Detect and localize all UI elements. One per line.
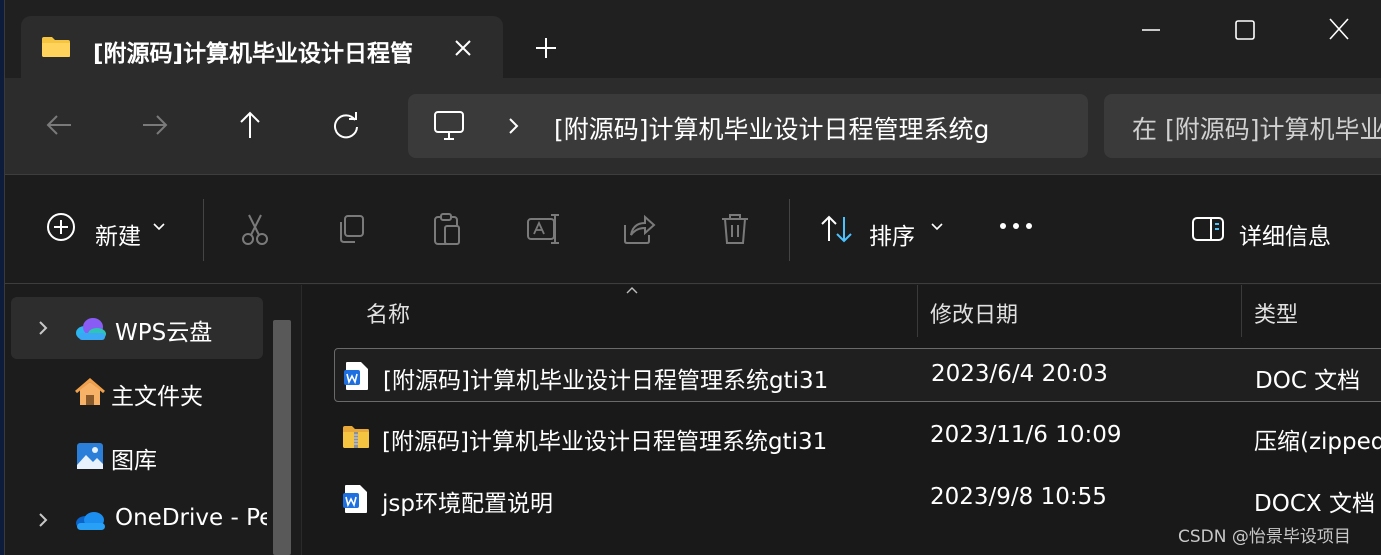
address-bar[interactable]: [附源码]计算机毕业设计日程管理系统g (408, 94, 1088, 158)
sort-icon[interactable] (819, 213, 855, 245)
paste-icon[interactable] (429, 211, 465, 247)
file-list: 名称 修改日期 类型 [附源码]计算机毕业设计日程管理系统gti31 2023/… (302, 285, 1381, 555)
tab-title: [附源码]计算机毕业设计日程管 (93, 41, 414, 67)
plus-icon[interactable] (532, 34, 560, 62)
file-date: 2023/9/8 10:55 (930, 484, 1107, 510)
file-name: [附源码]计算机毕业设计日程管理系统gti31 (382, 429, 828, 455)
folder-icon (42, 37, 70, 57)
sort-button-label[interactable]: 排序 (869, 217, 915, 251)
column-header-name[interactable]: 名称 (366, 297, 410, 329)
plus-circle-icon[interactable] (45, 211, 77, 243)
cut-icon[interactable] (237, 211, 273, 247)
title-bar: [附源码]计算机毕业设计日程管 (5, 0, 1381, 78)
onedrive-icon (76, 512, 105, 530)
file-type: 压缩(zipped) (1254, 429, 1381, 455)
sidebar-item-home[interactable]: 主文件夹 (11, 361, 263, 423)
delete-icon[interactable] (717, 211, 753, 247)
table-row[interactable]: [附源码]计算机毕业设计日程管理系统gti31 2023/11/6 10:09 … (334, 410, 1381, 464)
close-icon[interactable] (449, 34, 477, 62)
file-name: jsp环境配置说明 (382, 491, 553, 517)
file-type: DOC 文档 (1255, 368, 1361, 394)
search-placeholder[interactable]: 在 [附源码]计算机毕业 (1132, 110, 1381, 146)
chevron-down-icon[interactable] (929, 221, 945, 233)
navigation-bar: [附源码]计算机毕业设计日程管理系统g 在 [附源码]计算机毕业 (5, 78, 1381, 174)
rename-icon[interactable] (525, 211, 561, 247)
chevron-right-icon[interactable] (35, 319, 51, 337)
more-options-icon[interactable] (997, 219, 1035, 233)
word-doc-icon (344, 362, 368, 390)
close-icon[interactable] (1319, 12, 1359, 48)
copy-icon[interactable] (333, 211, 369, 247)
sidebar-item-wps-cloud[interactable]: WPS云盘 (11, 297, 263, 359)
new-button-label[interactable]: 新建 (95, 217, 141, 251)
back-arrow-icon[interactable] (43, 108, 77, 142)
chevron-down-icon[interactable] (151, 221, 167, 233)
table-row[interactable]: jsp环境配置说明 2023/9/8 10:55 DOCX 文档 (334, 472, 1381, 526)
file-name: [附源码]计算机毕业设计日程管理系统gti31 (383, 368, 829, 394)
word-doc-icon (343, 485, 367, 513)
cloud-icon (76, 318, 106, 340)
address-path[interactable]: [附源码]计算机毕业设计日程管理系统g (554, 110, 1034, 146)
chevron-right-icon[interactable] (504, 114, 524, 138)
up-arrow-icon[interactable] (233, 108, 267, 142)
sidebar-scrollbar[interactable] (273, 320, 291, 555)
zip-folder-icon (343, 426, 369, 448)
column-divider[interactable] (917, 285, 918, 337)
search-box[interactable]: 在 [附源码]计算机毕业 (1104, 94, 1381, 158)
minimize-icon[interactable] (1131, 12, 1171, 48)
refresh-icon[interactable] (329, 108, 363, 142)
toolbar-divider (789, 199, 790, 261)
forward-arrow-icon[interactable] (137, 108, 171, 142)
details-pane-icon[interactable] (1191, 215, 1225, 243)
file-explorer-window: [附源码]计算机毕业设计日程管 [附源码]计算机毕业设计日程管理系统g 在 [附… (4, 0, 1381, 555)
sidebar-item-onedrive[interactable]: OneDrive - Pe (11, 489, 267, 551)
sidebar-item-label: WPS云盘 (115, 320, 213, 346)
column-header-date[interactable]: 修改日期 (930, 297, 1018, 329)
column-divider[interactable] (1241, 285, 1242, 337)
table-row[interactable]: [附源码]计算机毕业设计日程管理系统gti31 2023/6/4 20:03 D… (334, 348, 1381, 402)
details-button-label[interactable]: 详细信息 (1239, 217, 1331, 251)
watermark: CSDN @怡景毕设项目 (1178, 527, 1351, 547)
chevron-up-icon (626, 287, 638, 294)
file-type: DOCX 文档 (1254, 491, 1375, 517)
share-icon[interactable] (621, 211, 657, 247)
tab-active[interactable]: [附源码]计算机毕业设计日程管 (21, 16, 503, 78)
column-header-type[interactable]: 类型 (1254, 297, 1298, 329)
sidebar-item-gallery[interactable]: 图库 (11, 425, 263, 487)
computer-icon (434, 111, 464, 140)
maximize-icon[interactable] (1225, 12, 1265, 48)
file-date: 2023/6/4 20:03 (931, 361, 1108, 387)
sidebar-item-label: 主文件夹 (111, 384, 203, 410)
toolbar-divider (203, 199, 204, 261)
gallery-icon (77, 443, 103, 469)
navigation-pane: WPS云盘 主文件夹 图库 OneDrive - Pe (5, 285, 301, 555)
home-icon (75, 378, 105, 405)
sidebar-item-label: OneDrive - Pe (115, 505, 267, 531)
sidebar-item-label: 图库 (111, 448, 157, 474)
file-date: 2023/11/6 10:09 (930, 422, 1122, 448)
command-bar: 新建 排序 详细信息 (5, 174, 1381, 284)
chevron-right-icon[interactable] (35, 511, 51, 529)
